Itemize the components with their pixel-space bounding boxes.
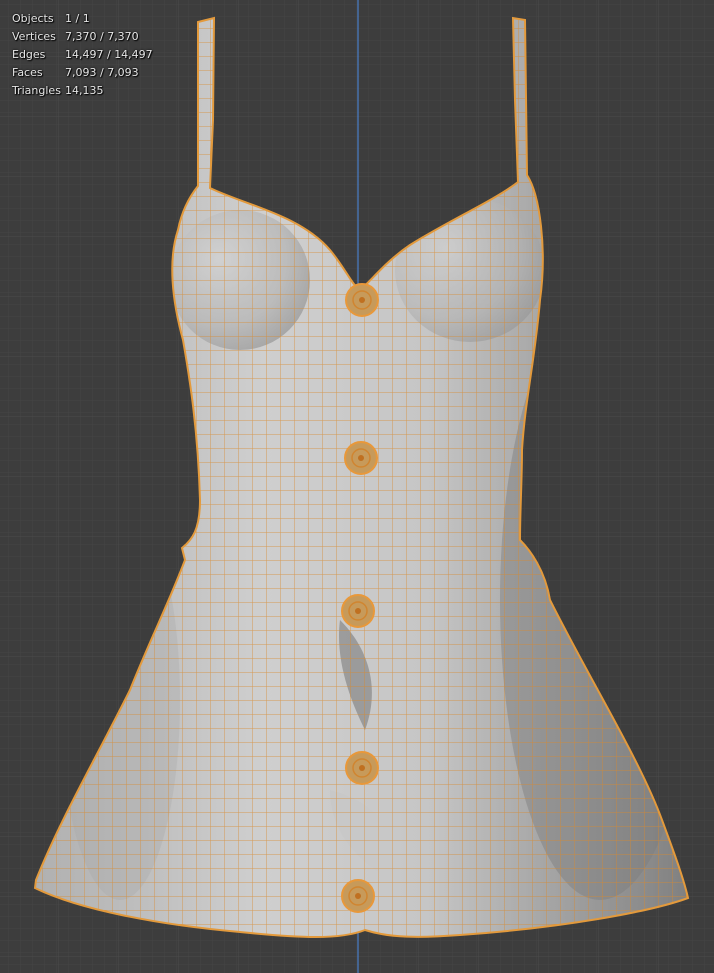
stat-label: Faces xyxy=(12,66,43,79)
stat-value: 1 / 1 xyxy=(65,12,90,25)
viewport-statistics-overlay: Objects 1 / 1 Vertices 7,370 / 7,370 Edg… xyxy=(12,10,153,100)
stat-label: Edges xyxy=(12,48,46,61)
stat-label: Triangles xyxy=(12,84,61,97)
stat-label: Vertices xyxy=(12,30,56,43)
stat-row-objects: Objects 1 / 1 xyxy=(12,10,153,28)
stat-row-vertices: Vertices 7,370 / 7,370 xyxy=(12,28,153,46)
stat-value: 14,135 xyxy=(65,84,104,97)
stat-row-edges: Edges 14,497 / 14,497 xyxy=(12,46,153,64)
stat-value: 14,497 / 14,497 xyxy=(65,48,153,61)
stat-label: Objects xyxy=(12,12,54,25)
button-2 xyxy=(344,441,378,475)
3d-viewport[interactable]: Objects 1 / 1 Vertices 7,370 / 7,370 Edg… xyxy=(0,0,714,973)
stat-row-faces: Faces 7,093 / 7,093 xyxy=(12,64,153,82)
viewport-grid xyxy=(0,0,714,973)
stat-row-triangles: Triangles 14,135 xyxy=(12,82,153,100)
button-3 xyxy=(341,594,375,628)
button-5 xyxy=(341,879,375,913)
stat-value: 7,370 / 7,370 xyxy=(65,30,139,43)
button-1 xyxy=(345,283,379,317)
button-4 xyxy=(345,751,379,785)
stat-value: 7,093 / 7,093 xyxy=(65,66,139,79)
